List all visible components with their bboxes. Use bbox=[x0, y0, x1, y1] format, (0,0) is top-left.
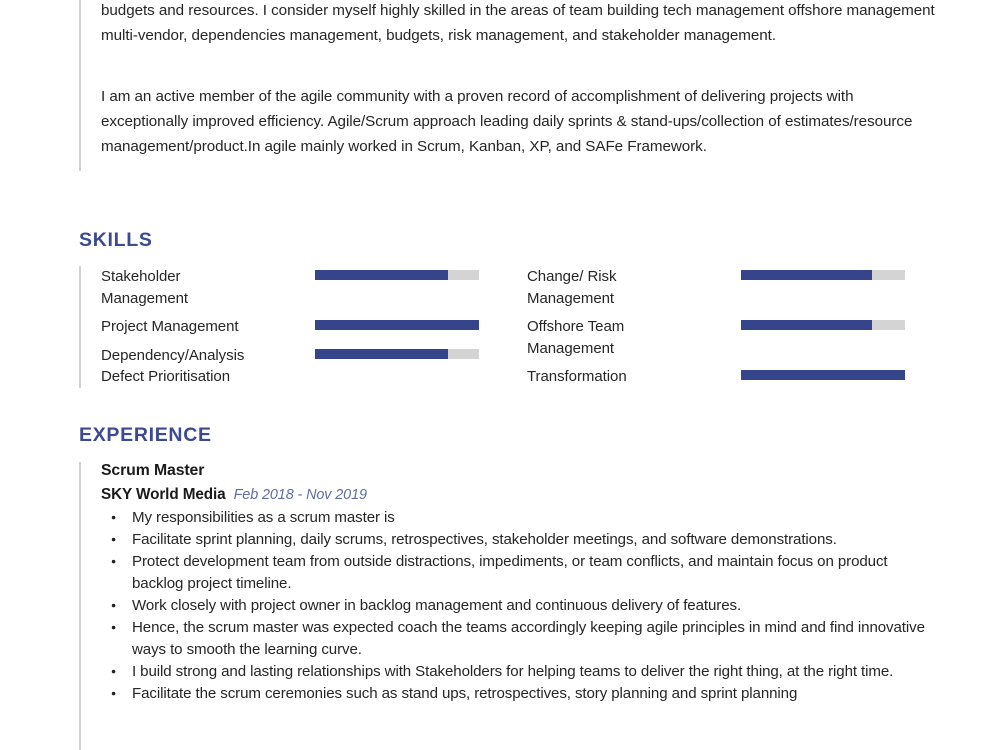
resume-page: budgets and resources. I consider myself… bbox=[0, 0, 1000, 750]
list-item: Facilitate the scrum ceremonies such as … bbox=[109, 682, 939, 705]
skill-level-fill bbox=[741, 370, 905, 380]
skill-label-line: Management bbox=[101, 289, 189, 307]
list-item: I build strong and lasting relationships… bbox=[109, 660, 939, 683]
skill-label-line: Defect Prioritisation bbox=[101, 368, 230, 385]
summary-paragraph-2: I am an active member of the agile commu… bbox=[101, 88, 913, 155]
list-item: Facilitate sprint planning, daily scrums… bbox=[109, 528, 939, 551]
skill-level-fill bbox=[741, 320, 873, 330]
skill-label-line: Transformation bbox=[527, 368, 627, 385]
skills-right-column: Change/ Risk Management Offshore Team Ma… bbox=[527, 266, 927, 388]
skill-level-bar bbox=[315, 320, 479, 330]
skill-level-fill bbox=[315, 320, 479, 330]
job-meta: SKY World Media Feb 2018 - Nov 2019 bbox=[101, 486, 939, 504]
job-title: Scrum Master bbox=[101, 462, 205, 479]
skill-label-line: Stakeholder bbox=[101, 268, 181, 285]
skill-label: Offshore Team Management bbox=[527, 316, 737, 359]
skill-level-bar bbox=[741, 270, 905, 280]
skill-level-bar bbox=[741, 320, 905, 330]
skill-level-fill bbox=[315, 270, 448, 280]
summary-paragraph-1: budgets and resources. I consider myself… bbox=[101, 2, 935, 44]
skill-label-line: Offshore Team bbox=[527, 318, 625, 335]
skills-section: Stakeholder Management Project Managemen… bbox=[79, 266, 939, 388]
job-responsibility-list: My responsibilities as a scrum master is… bbox=[101, 506, 939, 705]
skill-item: Dependency/Analysis Defect Prioritisatio… bbox=[101, 345, 501, 388]
skill-level-fill bbox=[741, 270, 873, 280]
skill-item: Transformation bbox=[527, 366, 927, 388]
skill-label-line: Dependency/Analysis bbox=[101, 346, 245, 364]
list-item: Protect development team from outside di… bbox=[109, 550, 939, 595]
job-dates: Feb 2018 - Nov 2019 bbox=[233, 487, 367, 503]
job-company: SKY World Media bbox=[101, 486, 226, 503]
skill-label-line: Change/ Risk bbox=[527, 268, 617, 285]
experience-section: Scrum Master SKY World Media Feb 2018 - N… bbox=[79, 462, 939, 750]
skill-label-line: Management bbox=[527, 339, 615, 357]
skill-label: Transformation bbox=[527, 366, 737, 388]
list-item: Hence, the scrum master was expected coa… bbox=[109, 616, 939, 661]
skill-level-bar bbox=[315, 348, 479, 359]
skill-item: Stakeholder Management bbox=[101, 266, 501, 309]
skill-label: Stakeholder Management bbox=[101, 266, 311, 309]
experience-entry: Scrum Master SKY World Media Feb 2018 - N… bbox=[101, 462, 939, 705]
skills-section-heading: SKILLS bbox=[79, 229, 153, 251]
skill-item: Offshore Team Management bbox=[527, 316, 927, 359]
skill-level-fill bbox=[315, 348, 448, 359]
skill-item: Project Management bbox=[101, 316, 501, 338]
skill-level-bar bbox=[315, 270, 479, 280]
list-item: Work closely with project owner in backl… bbox=[109, 594, 939, 617]
skill-item: Change/ Risk Management bbox=[527, 266, 927, 309]
list-item: My responsibilities as a scrum master is bbox=[109, 506, 939, 529]
skill-label-line: Management bbox=[527, 289, 615, 307]
skill-label: Change/ Risk Management bbox=[527, 266, 737, 309]
summary-section: budgets and resources. I consider myself… bbox=[79, 0, 939, 171]
experience-section-heading: EXPERIENCE bbox=[79, 424, 212, 446]
skills-left-column: Stakeholder Management Project Managemen… bbox=[101, 266, 501, 388]
skill-level-bar bbox=[741, 370, 905, 380]
skill-label: Dependency/Analysis Defect Prioritisatio… bbox=[101, 345, 311, 388]
skill-label-line: Project Management bbox=[101, 318, 239, 335]
skill-label: Project Management bbox=[101, 316, 311, 338]
